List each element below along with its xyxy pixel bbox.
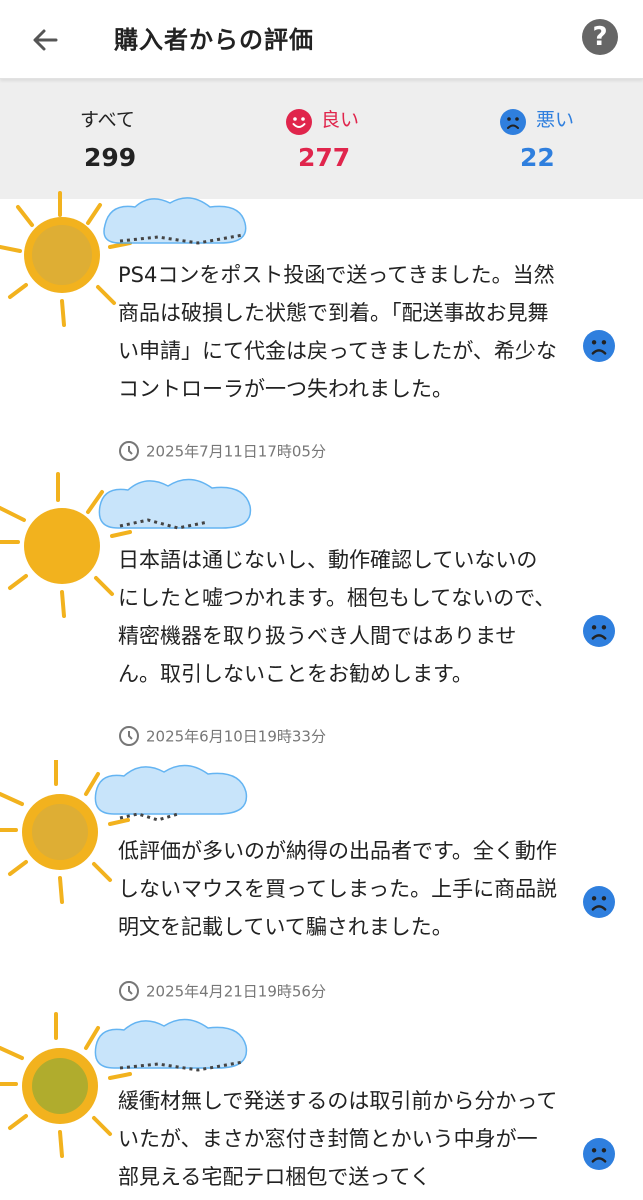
bad-count: 22 — [520, 143, 555, 172]
review-comment: PS4コンをポスト投函で送ってきました。当然商品は破損した状態で到着。「配送事故… — [118, 263, 557, 401]
app-header: 購入者からの評価 ? — [0, 0, 643, 79]
page-title: 購入者からの評価 — [114, 26, 314, 54]
all-label: すべて — [80, 109, 135, 131]
frown-icon — [583, 886, 615, 918]
tab-all[interactable]: すべて 299 — [80, 79, 240, 199]
review-date: 2025年7月11日17時05分 — [118, 440, 326, 462]
all-count: 299 — [84, 143, 137, 172]
review-item: 日本語は通じないし、動作確認していないのにしたと嘘つかれます。梱包もしてないので… — [0, 470, 643, 760]
frown-icon — [583, 1138, 615, 1170]
tab-good[interactable]: 良い 277 — [286, 79, 446, 199]
frown-icon — [583, 330, 615, 362]
review-item: PS4コンをポスト投函で送ってきました。当然商品は破損した状態で到着。「配送事故… — [0, 185, 643, 475]
rating-summary: すべて 299 良い 277 悪い 22 — [0, 79, 643, 199]
review-comment: 低評価が多いのが納得の出品者です。全く動作しないマウスを買ってしまった。上手に商… — [118, 839, 558, 939]
clock-icon — [119, 726, 139, 746]
good-count: 277 — [298, 143, 351, 172]
clock-icon — [119, 441, 139, 461]
bad-label: 悪い — [536, 109, 575, 131]
arrow-left-icon[interactable] — [26, 20, 66, 60]
reviewer-name-blurred — [118, 804, 248, 828]
review-item: 低評価が多いのが納得の出品者です。全く動作しないマウスを買ってしまった。上手に商… — [0, 760, 643, 1015]
frown-icon — [583, 615, 615, 647]
tab-bad[interactable]: 悪い 22 — [500, 79, 643, 199]
frown-icon — [500, 109, 526, 135]
reviewer-name-blurred — [118, 1054, 248, 1078]
reviewer-name-blurred — [118, 227, 248, 251]
review-date: 2025年4月21日19時56分 — [118, 980, 326, 1002]
clock-icon — [119, 981, 139, 1001]
review-date: 2025年6月10日19時33分 — [118, 725, 326, 747]
smile-icon — [286, 109, 312, 135]
review-comment: 日本語は通じないし、動作確認していないのにしたと嘘つかれます。梱包もしてないので… — [118, 548, 556, 686]
reviewer-name-blurred — [118, 512, 248, 536]
good-label: 良い — [321, 109, 360, 131]
question-circle-icon[interactable]: ? — [582, 19, 618, 55]
review-item: 緩衝材無しで発送するのは取引前から分かっていたが、まさか窓付き封筒とかいう中身が… — [0, 1010, 643, 1200]
review-comment: 緩衝材無しで発送するのは取引前から分かっていたが、まさか窓付き封筒とかいう中身が… — [118, 1089, 558, 1189]
